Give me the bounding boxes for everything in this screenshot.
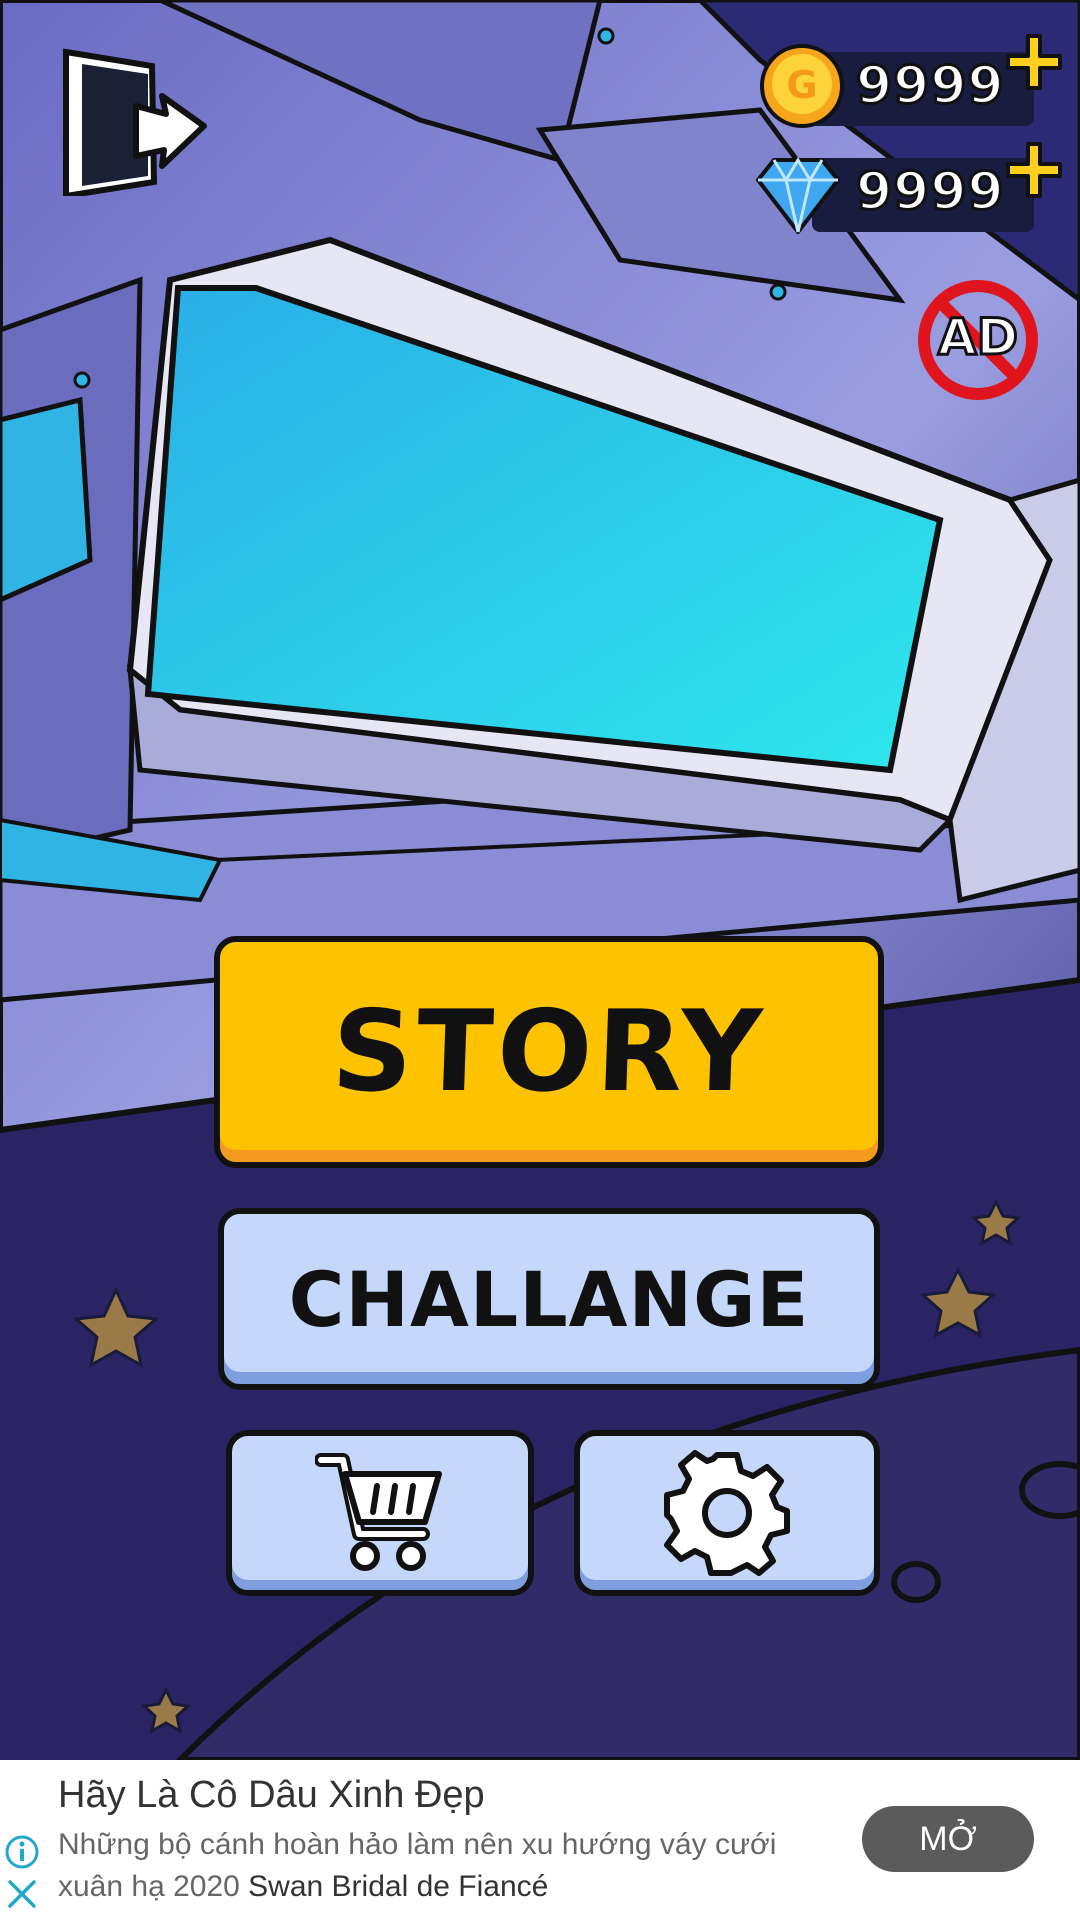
- gem-amount: 9999: [855, 161, 1006, 224]
- ad-brand: Swan Bridal de Fiancé: [248, 1870, 549, 1903]
- gem-counter: 9999: [752, 142, 1062, 238]
- exit-door-icon: [63, 48, 207, 200]
- ad-close-icon[interactable]: [6, 1878, 38, 1910]
- shopping-cart-icon: [315, 1453, 442, 1571]
- ad-info-icon[interactable]: [4, 1834, 40, 1870]
- spaceship-background: [0, 0, 1080, 1760]
- gear-icon: [664, 1450, 790, 1576]
- challenge-button-label: CHALLANGE: [288, 1254, 810, 1344]
- story-button[interactable]: STORY: [214, 936, 884, 1168]
- ad-banner[interactable]: Hãy Là Cô Dâu Xinh Đẹp Những bộ cánh hoà…: [0, 1760, 1080, 1920]
- challenge-button[interactable]: CHALLANGE: [218, 1208, 880, 1390]
- ad-title[interactable]: Hãy Là Cô Dâu Xinh Đẹp: [58, 1774, 485, 1817]
- no-ads-label: AD: [936, 307, 1019, 368]
- diamond-icon: [756, 157, 840, 234]
- exit-button[interactable]: [56, 46, 212, 200]
- story-button-label: STORY: [329, 987, 769, 1117]
- coin-counter: G 9999: [758, 34, 1062, 128]
- ad-body: Những bộ cánh hoàn hảo làm nên xu hướng …: [58, 1824, 848, 1908]
- coin-icon: G: [760, 44, 844, 128]
- remove-ads-button[interactable]: AD: [916, 278, 1040, 402]
- coin-amount: 9999: [855, 55, 1006, 118]
- add-coins-button[interactable]: [1004, 32, 1064, 92]
- settings-button[interactable]: [574, 1430, 880, 1596]
- ad-open-button[interactable]: MỞ: [862, 1806, 1034, 1872]
- add-gems-button[interactable]: [1004, 140, 1064, 200]
- svg-text:G: G: [786, 63, 817, 107]
- shop-button[interactable]: [226, 1430, 534, 1596]
